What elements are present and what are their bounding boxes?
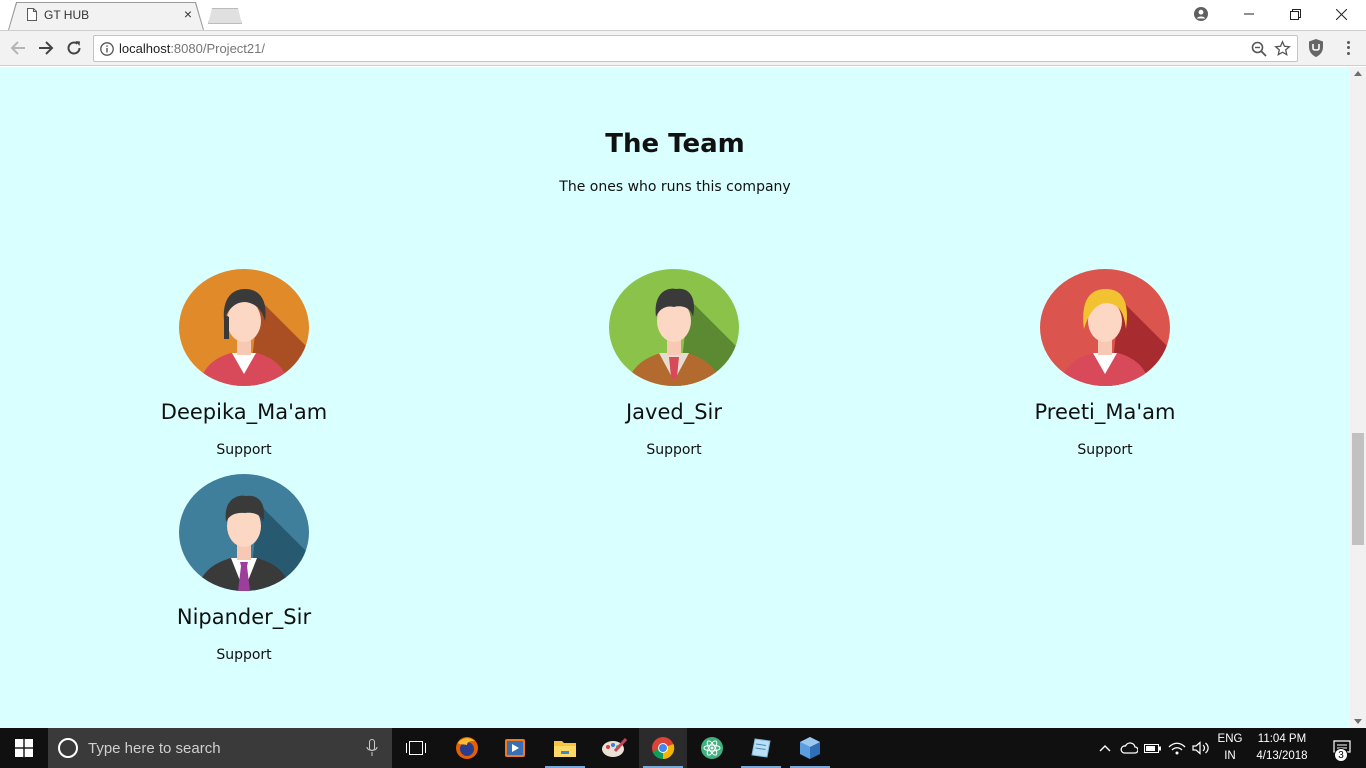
search-placeholder: Type here to search [88, 740, 221, 757]
notification-count-badge: 3 [1334, 748, 1348, 762]
page-icon [27, 8, 37, 21]
male-avatar-icon [179, 474, 309, 591]
page-viewport: The Team The ones who runs this company … [0, 67, 1350, 728]
member-name: Preeti_Ma'am [1034, 400, 1176, 424]
active-tab[interactable] [9, 3, 203, 30]
avatar [179, 474, 309, 591]
member-role: Support [646, 442, 702, 458]
member-role: Support [1077, 442, 1133, 458]
tab-strip: GT HUB × [0, 0, 1366, 30]
notepad-icon[interactable] [737, 728, 785, 768]
windows-taskbar: Type here to search ENG IN 11:04 PM 4/13… [0, 728, 1366, 768]
avatar [1040, 269, 1170, 386]
chrome-menu-icon[interactable] [1340, 38, 1356, 58]
virtualbox-icon[interactable] [786, 728, 834, 768]
restore-icon[interactable] [1272, 0, 1318, 28]
member-name: Deepika_Ma'am [160, 400, 328, 424]
tab-title: GT HUB [44, 8, 90, 22]
language-code: ENG [1217, 733, 1243, 745]
onedrive-cloud-icon[interactable] [1118, 728, 1140, 768]
member-name: Nipander_Sir [176, 605, 312, 629]
chrome-icon[interactable] [639, 728, 687, 768]
clock[interactable]: 11:04 PM 4/13/2018 [1248, 728, 1316, 768]
firefox-icon[interactable] [443, 728, 491, 768]
member-role: Support [216, 647, 272, 663]
team-member-card: Nipander_Sir Support [114, 474, 374, 663]
clock-date: 4/13/2018 [1256, 750, 1308, 762]
media-player-icon[interactable] [491, 728, 539, 768]
extension-shield-icon[interactable] [1307, 38, 1325, 58]
back-arrow-icon[interactable] [6, 36, 30, 60]
clock-time: 11:04 PM [1257, 733, 1307, 745]
page-title: The Team [605, 129, 745, 159]
team-member-card: Preeti_Ma'am Support [975, 269, 1235, 458]
page-subtitle: The ones who runs this company [559, 179, 791, 195]
reload-icon[interactable] [62, 36, 86, 60]
info-icon[interactable] [100, 42, 114, 56]
browser-toolbar: localhost:8080/Project21/ [0, 30, 1366, 66]
male-avatar-icon [609, 269, 739, 386]
volume-icon[interactable] [1190, 728, 1212, 768]
zoom-icon[interactable] [1251, 41, 1267, 57]
forward-arrow-icon[interactable] [34, 36, 58, 60]
avatar [609, 269, 739, 386]
task-view-icon[interactable] [392, 728, 440, 768]
close-window-icon[interactable] [1318, 0, 1364, 28]
show-hidden-icons-chevron-icon[interactable] [1096, 728, 1114, 768]
avatar [179, 269, 309, 386]
battery-icon[interactable] [1142, 728, 1164, 768]
female-avatar-icon [179, 269, 309, 386]
region-code: IN [1224, 750, 1236, 762]
paint-icon[interactable] [590, 728, 638, 768]
url-host: localhost [119, 41, 171, 56]
new-tab-button[interactable] [208, 8, 242, 24]
profile-icon[interactable] [1178, 0, 1224, 28]
language-indicator[interactable]: ENG IN [1214, 728, 1246, 768]
team-member-card: Javed_Sir Support [544, 269, 804, 458]
scroll-up-arrow-icon[interactable] [1354, 71, 1362, 76]
member-role: Support [216, 442, 272, 458]
microphone-icon[interactable] [366, 739, 378, 757]
atom-editor-icon[interactable] [688, 728, 736, 768]
vertical-scrollbar[interactable] [1350, 67, 1366, 728]
scroll-down-arrow-icon[interactable] [1354, 719, 1362, 724]
wifi-icon[interactable] [1166, 728, 1188, 768]
scroll-thumb[interactable] [1352, 433, 1364, 545]
cortana-icon[interactable] [58, 738, 78, 758]
tab-close-icon[interactable]: × [181, 7, 195, 21]
team-member-card: Deepika_Ma'am Support [114, 269, 374, 458]
female-avatar-icon [1040, 269, 1170, 386]
url-path: :8080/Project21/ [170, 41, 265, 56]
minimize-icon[interactable] [1226, 0, 1272, 28]
file-explorer-icon[interactable] [541, 728, 589, 768]
address-bar[interactable]: localhost:8080/Project21/ [93, 35, 1298, 62]
url-text[interactable]: localhost:8080/Project21/ [119, 41, 265, 56]
windows-start-icon[interactable] [0, 728, 48, 768]
member-name: Javed_Sir [625, 400, 723, 424]
taskbar-search-input[interactable]: Type here to search [48, 728, 392, 768]
bookmark-star-icon[interactable] [1274, 40, 1291, 57]
